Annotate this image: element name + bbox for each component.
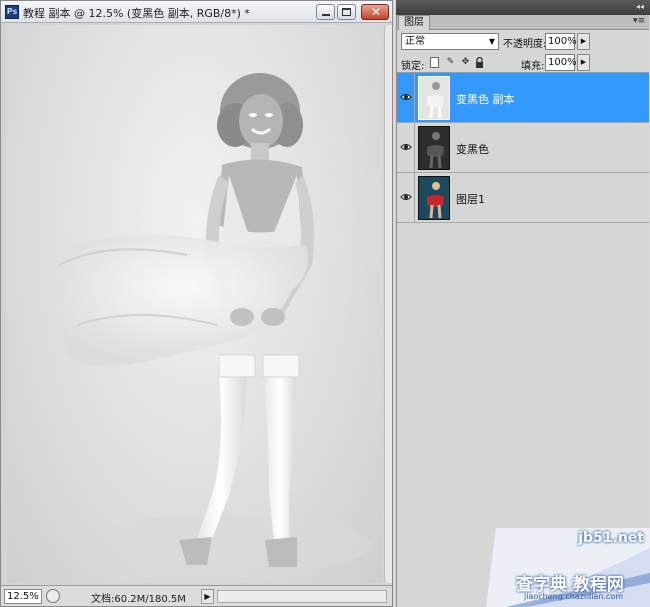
image-canvas[interactable] xyxy=(7,25,383,583)
layer-name[interactable]: 图层1 xyxy=(456,191,485,207)
status-menu-icon[interactable] xyxy=(46,589,60,603)
panel-dock-strip: ◂◂ xyxy=(396,0,650,15)
watermark-site: jb51.net xyxy=(578,530,644,546)
brush-icon[interactable]: ✎ xyxy=(446,57,455,68)
watermark-url: jiaocheng.chazidian.com xyxy=(524,592,624,601)
move-icon[interactable]: ✥ xyxy=(461,57,470,68)
panel-menu-icon[interactable]: ▾≡ xyxy=(633,16,645,26)
document-size-info: 文档:60.2M/180.5M xyxy=(91,594,186,605)
inverted-photo-figure xyxy=(58,73,372,575)
document-window: Ps 教程 副本 @ 12.5% (变黑色 副本, RGB/8*) * ✕ 12… xyxy=(0,0,393,607)
visibility-toggle[interactable] xyxy=(397,173,415,222)
photoshop-icon: Ps xyxy=(5,5,19,19)
layer-name[interactable]: 变黑色 xyxy=(456,141,489,157)
lock-label: 锁定: xyxy=(401,61,425,72)
layer-row[interactable]: 变黑色 xyxy=(397,123,649,173)
visibility-toggle[interactable] xyxy=(397,73,415,122)
tab-layers[interactable]: 图层 xyxy=(398,15,430,30)
close-icon: ✕ xyxy=(371,5,382,19)
opacity-label: 不透明度: xyxy=(503,39,547,50)
eye-icon xyxy=(400,144,412,150)
lock-icon[interactable] xyxy=(475,56,484,68)
layer-thumbnail[interactable] xyxy=(418,176,450,220)
watermark: jb51.net 查字典 教程网 jiaocheng.chazidian.com xyxy=(486,528,650,607)
eye-icon xyxy=(400,194,412,200)
zoom-field[interactable]: 12.5% xyxy=(4,589,42,604)
collapse-arrows-icon[interactable]: ◂◂ xyxy=(636,2,644,11)
visibility-toggle[interactable] xyxy=(397,123,415,172)
panel-tab-row: 图层 ▾≡ xyxy=(397,15,649,30)
layers-panel: 图层 ▾≡ 正常 ▼ 不透明度: 100% ▶ 锁定: ✎ ✥ 填充: 100%… xyxy=(396,15,649,607)
fill-label: 填充: xyxy=(521,61,545,72)
dropdown-arrow-icon: ▼ xyxy=(488,37,495,46)
layer-thumbnail[interactable] xyxy=(418,126,450,170)
opacity-input[interactable]: 100% xyxy=(545,33,577,50)
layer-name[interactable]: 变黑色 副本 xyxy=(456,91,515,107)
blend-mode-select[interactable]: 正常 ▼ xyxy=(401,33,499,50)
layer-thumbnail[interactable] xyxy=(418,76,450,120)
status-arrow-button[interactable]: ▶ xyxy=(201,589,214,604)
opacity-slider-button[interactable]: ▶ xyxy=(577,33,590,50)
blend-mode-value: 正常 xyxy=(405,36,425,47)
document-title-bar[interactable]: Ps 教程 副本 @ 12.5% (变黑色 副本, RGB/8*) * ✕ xyxy=(1,1,392,23)
document-title: 教程 副本 @ 12.5% (变黑色 副本, RGB/8*) * xyxy=(23,7,250,20)
minimize-button[interactable] xyxy=(316,4,335,20)
layer-row[interactable]: 变黑色 副本 xyxy=(397,73,649,123)
eye-icon xyxy=(400,94,412,100)
close-button[interactable]: ✕ xyxy=(361,4,389,20)
minimize-icon xyxy=(322,14,330,16)
maximize-button[interactable] xyxy=(337,4,356,20)
fill-input[interactable]: 100% xyxy=(545,54,577,71)
maximize-icon xyxy=(342,8,351,16)
vertical-scrollbar[interactable] xyxy=(384,25,392,583)
layer-row[interactable]: 图层1 xyxy=(397,173,649,223)
layers-list: 变黑色 副本 变黑色 图层1 xyxy=(397,72,649,242)
horizontal-scrollbar[interactable] xyxy=(217,590,387,603)
status-bar: 12.5% 文档:60.2M/180.5M ▶ xyxy=(1,585,392,606)
fill-slider-button[interactable]: ▶ xyxy=(577,54,590,71)
lock-transparency-icon[interactable] xyxy=(430,57,439,68)
